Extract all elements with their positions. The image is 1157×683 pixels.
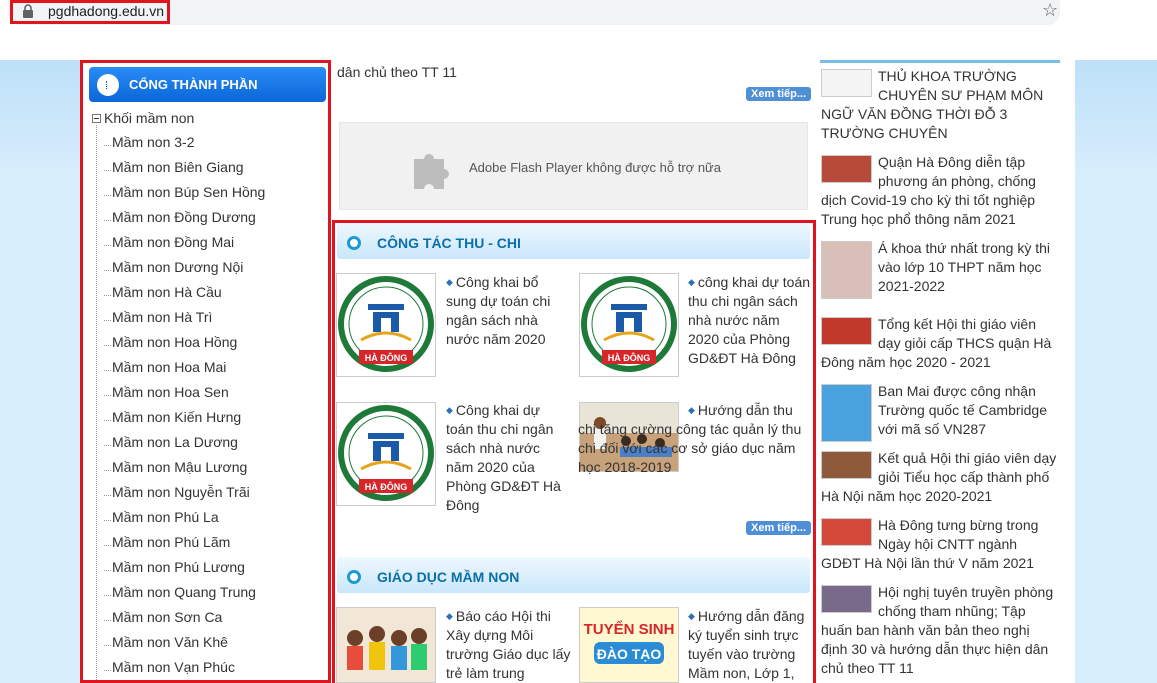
more-button[interactable]: Xem tiếp... xyxy=(746,87,812,101)
sidebar-item[interactable]: Mầm non Kiến Hưng xyxy=(103,409,241,431)
right-news-item[interactable]: Á khoa thứ nhất trong kỳ thi vào lớp 10 … xyxy=(821,239,1057,299)
tuyen-sinh-text: TUYỂN SINH xyxy=(584,620,675,638)
news-item[interactable]: ◆ Công khai bổ sung dự toán chi ngân sách… xyxy=(446,273,571,349)
section-title: GIÁO DỤC MẦM NON xyxy=(377,569,520,585)
sidebar-item[interactable]: Mầm non 3-2 xyxy=(103,134,194,156)
news-thumbnail xyxy=(821,585,872,613)
news-thumbnail-logo[interactable]: HÀ ĐÔNG xyxy=(336,402,436,506)
news-thumbnail xyxy=(821,317,872,345)
sidebar-item[interactable]: Mầm non Hà Trì xyxy=(103,309,212,331)
tree-line xyxy=(96,125,97,680)
right-news-item[interactable]: Tổng kết Hội thi giáo viên dạy giỏi cấp … xyxy=(821,315,1057,372)
plugin-puzzle-icon xyxy=(414,154,449,189)
right-news-item[interactable]: Ban Mai được công nhận Trường quốc tế Ca… xyxy=(821,382,1057,442)
sidebar-item[interactable]: Mầm non La Dương xyxy=(104,434,238,456)
sidebar-header-icon xyxy=(97,74,119,96)
sidebar-item[interactable]: Mầm non Dương Nội xyxy=(103,259,243,281)
news-thumbnail xyxy=(821,451,872,479)
news-item[interactable]: ◆ Công khai dự toán thu chi ngân sách nhà… xyxy=(446,401,571,515)
right-news-item[interactable]: Quận Hà Đông diễn tập phương án phòng, c… xyxy=(821,153,1057,229)
sidebar-item[interactable]: Mầm non Phú Lương xyxy=(104,559,245,581)
right-news-item[interactable]: Hà Đông tưng bừng trong Ngày hội CNTT ng… xyxy=(821,516,1057,573)
collapse-icon[interactable] xyxy=(92,114,101,123)
right-news-item[interactable]: Hội nghị tuyên truyền phòng chống tham n… xyxy=(821,583,1057,678)
tuyen-sinh-banner-icon: TUYỂN SINH ĐÀO TẠO xyxy=(580,608,678,682)
sidebar-item[interactable]: Mầm non Nguyễn Trãi xyxy=(104,484,250,506)
logo-text: HÀ ĐÔNG xyxy=(365,481,408,492)
tree-root-label: Khối mầm non xyxy=(104,110,195,126)
news-thumbnail xyxy=(821,384,872,442)
news-item[interactable]: ◆ Báo cáo Hội thi Xây dựng Môi trường Giá… xyxy=(446,607,571,683)
sidebar-item[interactable]: Mầm non Hoa Mai xyxy=(103,359,226,381)
news-thumbnail-logo[interactable]: HÀ ĐÔNG xyxy=(579,273,679,377)
bookmark-star-icon[interactable]: ☆ xyxy=(1042,0,1058,21)
flash-message: Adobe Flash Player không được hỗ trợ nữa xyxy=(469,160,721,175)
section-header-mam-non[interactable]: GIÁO DỤC MẦM NON xyxy=(337,557,810,593)
news-thumbnail-logo[interactable]: HÀ ĐÔNG xyxy=(336,273,436,377)
sidebar-item[interactable]: Mầm non Hà Cầu xyxy=(104,284,222,306)
sidebar-item[interactable]: Mầm non Vạn Phúc xyxy=(104,659,235,681)
news-thumbnail xyxy=(821,241,872,299)
logo-text: HÀ ĐÔNG xyxy=(608,352,651,363)
url-highlight-box xyxy=(10,0,170,24)
sidebar-item[interactable]: Mầm non Quang Trung xyxy=(104,584,256,606)
sidebar-header-title: CỔNG THÀNH PHẦN xyxy=(129,77,258,92)
news-thumbnail xyxy=(821,518,872,546)
sidebar-header: CỔNG THÀNH PHẦN xyxy=(89,67,326,102)
children-photo-icon xyxy=(337,608,435,682)
right-news-item[interactable]: Kết quả Hội thi giáo viên dạy giỏi Tiểu … xyxy=(821,449,1057,506)
sidebar-item[interactable]: Mầm non Mậu Lương xyxy=(103,459,247,481)
sidebar-item[interactable]: Mầm non Biên Giang xyxy=(104,159,244,181)
news-item[interactable]: ◆ Hướng dẫn thu chi tăng cường công tác q… xyxy=(578,401,813,477)
ha-dong-logo-icon: HÀ ĐÔNG xyxy=(581,276,677,372)
ha-dong-logo-icon: HÀ ĐÔNG xyxy=(338,276,434,372)
sidebar-item[interactable]: Mầm non Đồng Dương xyxy=(104,209,256,231)
sidebar-item[interactable]: Mầm non Búp Sen Hồng xyxy=(103,184,265,206)
sidebar-item[interactable]: Mầm non Đồng Mai xyxy=(103,234,234,256)
right-column-top-line xyxy=(820,60,1060,63)
browser-chrome: pgdhadong.edu.vn ☆ xyxy=(0,0,1157,60)
sidebar-item[interactable]: Mầm non Hoa Sen xyxy=(104,384,229,406)
news-item[interactable]: ◆ công khai dự toán thu chi ngân sách nhà… xyxy=(688,273,813,368)
ha-dong-logo-icon: HÀ ĐÔNG xyxy=(338,405,434,501)
news-thumbnail-tuyen-sinh[interactable]: TUYỂN SINH ĐÀO TẠO xyxy=(579,607,679,683)
sidebar-item[interactable]: Mầm non Hoa Hồng xyxy=(103,334,237,356)
section-ring-icon xyxy=(347,236,361,250)
logo-text: HÀ ĐÔNG xyxy=(365,352,408,363)
section-title: CÔNG TÁC THU - CHI xyxy=(377,235,521,251)
flash-placeholder: Adobe Flash Player không được hỗ trợ nữa xyxy=(339,122,808,210)
sidebar-highlight-top xyxy=(80,60,331,63)
news-thumbnail-children[interactable] xyxy=(336,607,436,683)
section-ring-icon xyxy=(347,570,361,584)
sidebar-item[interactable]: Mầm non Phú Lãm xyxy=(103,534,230,556)
dao-tao-text: ĐÀO TẠO xyxy=(597,646,662,662)
tree-root[interactable]: Khối mầm non xyxy=(92,110,194,126)
right-news-item[interactable]: THỦ KHOA TRƯỜNG CHUYÊN SƯ PHẠM MÔN NGỮ V… xyxy=(821,67,1057,143)
sidebar-item[interactable]: Mầm non Văn Khê xyxy=(104,634,228,656)
sidebar-item[interactable]: Mầm non Sơn Ca xyxy=(103,609,222,631)
sidebar-item[interactable]: Mầm non Phú La xyxy=(104,509,219,531)
news-item[interactable]: ◆ Hướng dẫn đăng ký tuyển sinh trực tuyến… xyxy=(688,607,813,683)
news-thumbnail xyxy=(821,155,872,183)
previous-news-tail[interactable]: dân chủ theo TT 11 xyxy=(337,64,457,80)
section-header-thu-chi[interactable]: CÔNG TÁC THU - CHI xyxy=(337,223,810,259)
news-thumbnail xyxy=(821,69,872,97)
more-button[interactable]: Xem tiếp... xyxy=(746,521,812,535)
